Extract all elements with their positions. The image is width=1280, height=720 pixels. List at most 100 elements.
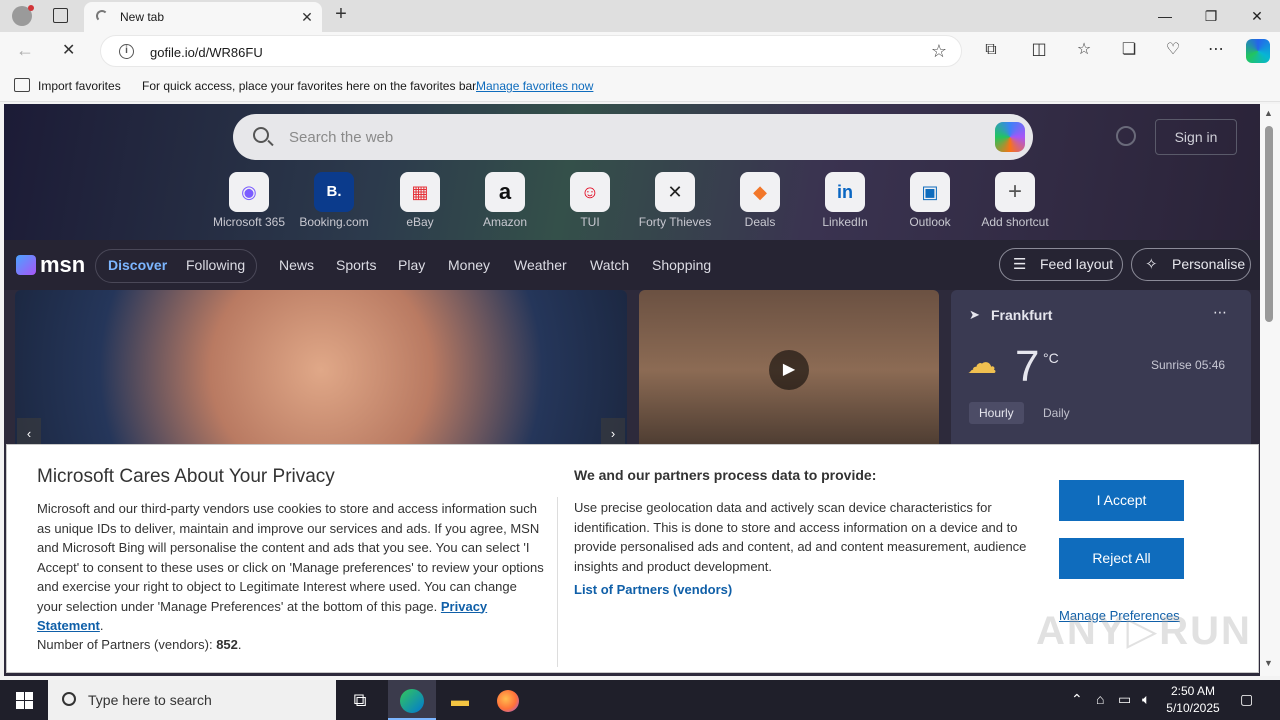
nav-money[interactable]: Money: [448, 257, 490, 273]
msn-logo[interactable]: msn: [16, 252, 85, 278]
taskbar-search[interactable]: Type here to search: [48, 680, 336, 720]
tab-daily[interactable]: Daily: [1043, 406, 1070, 420]
shortcut-deals[interactable]: ◆ Deals: [720, 172, 800, 232]
favorite-star-icon[interactable]: ☆: [931, 41, 947, 62]
more-icon[interactable]: ⋯: [1204, 38, 1228, 62]
back-icon[interactable]: ←: [16, 40, 34, 61]
extensions-icon[interactable]: ⧉: [979, 38, 1003, 62]
privacy-title: Microsoft Cares About Your Privacy: [37, 466, 335, 487]
copilot-search-icon[interactable]: [995, 122, 1025, 152]
restore-button[interactable]: ❐: [1188, 0, 1234, 32]
shortcut-microsoft-365[interactable]: ◉ Microsoft 365: [209, 172, 289, 232]
nav-discover[interactable]: Discover: [108, 257, 167, 273]
nav-play[interactable]: Play: [398, 257, 425, 273]
close-window-button[interactable]: ✕: [1234, 0, 1280, 32]
forty-thieves-icon: ✕: [655, 172, 695, 212]
split-screen-icon[interactable]: ◫: [1027, 38, 1051, 62]
weather-temperature: 7: [1015, 342, 1040, 391]
new-tab-button[interactable]: +: [330, 4, 352, 26]
weather-city[interactable]: Frankfurt: [991, 307, 1052, 323]
volume-icon[interactable]: 🔈︎: [1142, 691, 1150, 708]
partly-cloudy-icon: ☁: [967, 347, 997, 380]
shortcut-amazon[interactable]: a Amazon: [465, 172, 545, 232]
tab-hourly[interactable]: Hourly: [969, 402, 1024, 424]
stop-loading-icon[interactable]: ✕: [62, 40, 75, 60]
nav-shopping[interactable]: Shopping: [652, 257, 711, 273]
nav-weather[interactable]: Weather: [514, 257, 567, 273]
reject-all-button[interactable]: Reject All: [1059, 538, 1184, 579]
tui-icon: ☺: [570, 172, 610, 212]
search-placeholder: Search the web: [289, 129, 394, 146]
clock-time: 2:50 AM: [1170, 684, 1216, 698]
page-scrollbar[interactable]: ▲ ▼: [1260, 104, 1280, 676]
booking-icon: B.: [314, 172, 354, 212]
search-icon: [62, 692, 76, 706]
taskbar-clock[interactable]: 2:50 AM 5/10/2025: [1160, 683, 1226, 717]
accept-button[interactable]: I Accept: [1059, 480, 1184, 521]
favorites-icon[interactable]: ☆: [1072, 38, 1096, 62]
site-info-icon[interactable]: i: [119, 44, 134, 59]
address-bar[interactable]: i gofile.io/d/WR86FU ☆: [100, 35, 962, 67]
favorites-bar: Import favorites For quick access, place…: [0, 70, 1280, 102]
linkedin-icon: in: [825, 172, 865, 212]
network-icon[interactable]: ▭: [1118, 691, 1131, 708]
scrollbar-thumb[interactable]: [1265, 126, 1273, 322]
feed-layout-button[interactable]: ☰ Feed layout: [999, 248, 1123, 281]
news-hero-image[interactable]: ‹ ›: [15, 290, 627, 450]
hero-background: Search the web Sign in ◉ Microsoft 365 B…: [4, 104, 1260, 240]
more-options-icon[interactable]: ⋯: [1213, 304, 1227, 321]
shortcut-tui[interactable]: ☺ TUI: [550, 172, 630, 232]
tab-new-tab[interactable]: New tab ✕: [84, 2, 322, 32]
minimize-button[interactable]: —: [1142, 0, 1188, 32]
msn-logo-text: msn: [40, 252, 86, 277]
notifications-icon[interactable]: ▢: [1240, 691, 1253, 708]
msn-butterfly-icon: [16, 255, 36, 275]
sliders-icon: ☰: [1013, 256, 1027, 273]
manage-favorites-link[interactable]: Manage favorites now: [476, 79, 593, 93]
feed-layout-label: Feed layout: [1040, 256, 1114, 272]
tab-actions-icon[interactable]: [53, 8, 68, 23]
shortcut-forty-thieves[interactable]: ✕ Forty Thieves: [635, 172, 715, 232]
shortcut-label: Outlook: [909, 215, 951, 229]
processing-title: We and our partners process data to prov…: [574, 467, 877, 483]
shortcut-outlook[interactable]: ▣ Outlook: [890, 172, 970, 232]
shortcut-label: LinkedIn: [822, 215, 868, 229]
scroll-down-icon[interactable]: ▼: [1264, 658, 1273, 668]
video-card-image[interactable]: ▶: [639, 290, 939, 450]
web-search-box[interactable]: Search the web: [233, 114, 1033, 160]
sign-in-button[interactable]: Sign in: [1155, 119, 1237, 155]
show-hidden-icons[interactable]: ⌃: [1071, 691, 1083, 708]
nav-sports[interactable]: Sports: [336, 257, 376, 273]
nav-following[interactable]: Following: [186, 257, 245, 273]
scroll-up-icon[interactable]: ▲: [1264, 108, 1273, 118]
list-of-partners-link[interactable]: List of Partners (vendors): [574, 582, 732, 597]
shortcut-booking[interactable]: B. Booking.com: [294, 172, 374, 232]
shortcut-add[interactable]: + Add shortcut: [975, 172, 1055, 232]
windows-taskbar: Type here to search ⧉ ▬ ⌃ ⌂ ▭ 🔈︎ 2:50 AM…: [0, 680, 1280, 720]
task-view-icon[interactable]: ⧉: [336, 680, 384, 720]
import-favorites[interactable]: Import favorites: [38, 79, 121, 93]
shortcut-ebay[interactable]: ▦ eBay: [380, 172, 460, 232]
edge-app-icon[interactable]: [388, 680, 436, 720]
tab-strip: New tab ✕ + — ❐ ✕: [0, 0, 1280, 32]
tray-device-icon[interactable]: ⌂: [1096, 691, 1104, 707]
collections-icon[interactable]: ❏: [1117, 38, 1141, 62]
settings-gear-icon[interactable]: [1116, 126, 1136, 146]
close-tab-icon[interactable]: ✕: [298, 8, 316, 26]
nav-news[interactable]: News: [279, 257, 314, 273]
file-explorer-icon[interactable]: ▬: [436, 680, 484, 720]
shortcut-label: Booking.com: [299, 215, 369, 229]
nav-watch[interactable]: Watch: [590, 257, 629, 273]
copilot-icon[interactable]: [1246, 39, 1270, 63]
windows-logo-icon: [25, 701, 33, 709]
privacy-body: Microsoft and our third-party vendors us…: [37, 501, 544, 633]
shortcut-linkedin[interactable]: in LinkedIn: [805, 172, 885, 232]
outlook-icon: ▣: [910, 172, 950, 212]
firefox-icon[interactable]: [484, 680, 532, 720]
start-button[interactable]: [0, 680, 48, 720]
play-icon[interactable]: ▶: [769, 350, 809, 390]
url-text[interactable]: gofile.io/d/WR86FU: [150, 45, 263, 60]
weather-card[interactable]: ➤ Frankfurt ⋯ ☁ 7 °C Sunrise 05:46 Hourl…: [951, 290, 1251, 450]
browser-essentials-icon[interactable]: ♡: [1161, 38, 1185, 62]
personalise-button[interactable]: ✧ Personalise: [1131, 248, 1251, 281]
